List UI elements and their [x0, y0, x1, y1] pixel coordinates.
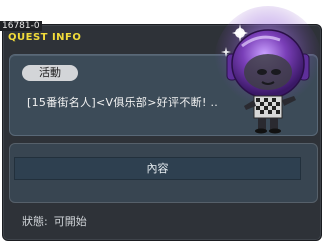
quest-status: 狀態: 可開始: [22, 213, 87, 229]
npc-character-icon: [214, 6, 322, 134]
quest-name: [15番街名人]<V俱乐部>好评不断! ..: [27, 96, 219, 109]
window-title: QUEST INFO: [8, 32, 82, 43]
quest-id: 16781-0: [0, 21, 42, 31]
content-button[interactable]: 內容: [14, 157, 301, 180]
status-label: 狀態:: [22, 215, 48, 228]
status-value: 可開始: [53, 215, 87, 228]
quest-category-badge: 活動: [22, 65, 78, 81]
